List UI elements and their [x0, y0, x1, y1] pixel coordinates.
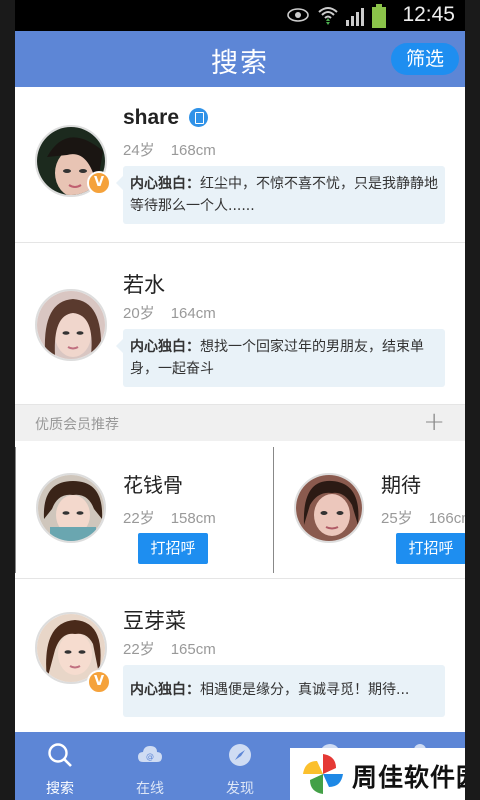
- recommended-members: 花钱骨 22岁158cm 打招呼 期待 25岁166cm 打: [15, 447, 465, 573]
- profile-meta: 24岁 168cm: [123, 139, 216, 160]
- phone-verified-icon: [189, 108, 208, 127]
- battery-icon: [372, 4, 386, 28]
- greet-button[interactable]: 打招呼: [396, 533, 465, 564]
- recommended-meta: 22岁 158cm: [123, 507, 216, 528]
- recommended-name: 期待: [381, 473, 421, 497]
- wifi-icon: [318, 7, 338, 25]
- watermark: 周佳软件园: [290, 748, 465, 800]
- monologue-label: 内心独白：: [130, 176, 200, 192]
- search-icon: [48, 743, 72, 767]
- profile-card[interactable]: V share 24岁 168cm 内心独白：红尘中，不惊不喜不忧，只是我静静地等…: [15, 87, 465, 243]
- monologue-bubble: 内心独白：相遇便是缘分，真诚寻觅！期待...: [123, 665, 445, 717]
- recommended-age: 22岁: [123, 510, 155, 527]
- eye-icon: [287, 8, 309, 22]
- profile-age: 20岁: [123, 305, 155, 322]
- monologue-label: 内心独白：: [130, 339, 200, 355]
- section-title: 优质会员推荐: [35, 417, 119, 433]
- monologue-bubble: 内心独白：红尘中，不惊不喜不忧，只是我静静地等待那么一个人......: [116, 166, 445, 224]
- clock: 12:45: [402, 3, 455, 26]
- tab-online[interactable]: @ 在线: [105, 732, 195, 800]
- vip-badge: V: [87, 171, 111, 195]
- header-bar: 搜索 筛选: [15, 31, 465, 87]
- profile-meta: 20岁 164cm: [123, 302, 216, 323]
- monologue-label: 内心独白：: [130, 682, 200, 698]
- recommended-card[interactable]: 期待 25岁 166cm 打招呼: [273, 447, 465, 573]
- filter-button[interactable]: 筛选: [391, 43, 459, 75]
- tab-search[interactable]: 搜索: [15, 732, 105, 800]
- profile-name: 若水: [123, 273, 165, 297]
- avatar[interactable]: [35, 289, 107, 361]
- profile-meta: 22岁 165cm: [123, 638, 216, 659]
- app-screen: 12:45 搜索 筛选 V share 24岁 168cm 内心独白：红尘中，不惊…: [15, 0, 465, 800]
- plus-icon[interactable]: +: [423, 408, 445, 436]
- profile-height: 165cm: [170, 641, 216, 658]
- cloud-icon: @: [138, 746, 162, 762]
- compass-icon: [229, 744, 251, 766]
- recommended-age: 25岁: [381, 510, 413, 527]
- tab-label: 发现: [226, 781, 254, 797]
- profile-card[interactable]: V 豆芽菜 22岁 165cm 内心独白：相遇便是缘分，真诚寻觅！期待...: [15, 579, 465, 732]
- monologue-bubble: 内心独白：想找一个回家过年的男朋友，结束单身，一起奋斗: [116, 329, 445, 387]
- tab-discover[interactable]: 发现: [195, 732, 285, 800]
- recommended-height: 158cm: [170, 510, 216, 527]
- recommend-section-header: 优质会员推荐 +: [15, 405, 465, 441]
- pinwheel-logo-icon: [303, 754, 343, 794]
- recommended-meta: 25岁 166cm: [381, 507, 465, 528]
- svg-text:@: @: [146, 752, 154, 761]
- vip-badge: V: [87, 670, 111, 694]
- watermark-text: 周佳软件园: [352, 763, 465, 792]
- profile-name: share: [123, 106, 180, 129]
- profile-name: 豆芽菜: [123, 609, 186, 633]
- profile-age: 22岁: [123, 641, 155, 658]
- tab-label: 搜索: [46, 781, 74, 797]
- avatar[interactable]: [294, 473, 364, 543]
- profile-height: 164cm: [170, 305, 216, 322]
- monologue-text: 相遇便是缘分，真诚寻觅！期待...: [200, 682, 410, 698]
- profile-age: 24岁: [123, 142, 155, 159]
- profile-height: 168cm: [170, 142, 216, 159]
- signal-icon: [346, 8, 364, 26]
- tab-label: 在线: [136, 781, 164, 797]
- recommended-height: 166cm: [428, 510, 465, 527]
- recommended-card[interactable]: 花钱骨 22岁 158cm 打招呼: [15, 447, 273, 573]
- status-bar: 12:45: [15, 0, 465, 31]
- avatar[interactable]: [36, 473, 106, 543]
- greet-button[interactable]: 打招呼: [138, 533, 208, 564]
- profile-card[interactable]: 若水 20岁 164cm 内心独白：想找一个回家过年的男朋友，结束单身，一起奋斗: [15, 243, 465, 405]
- recommended-name: 花钱骨: [123, 473, 183, 497]
